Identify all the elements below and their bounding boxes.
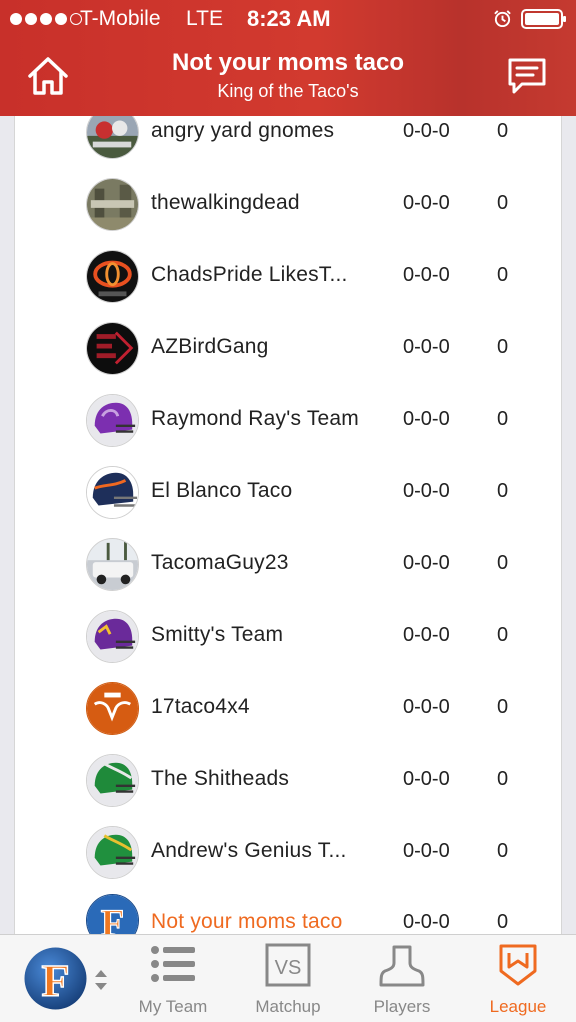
team-name: ChadsPride LikesT...	[151, 263, 348, 286]
team-points: 0	[497, 552, 509, 574]
standings-row[interactable]: 17taco4x4 0-0-0 0	[0, 672, 576, 744]
team-switcher[interactable]: F	[22, 947, 112, 1011]
team-name: 17taco4x4	[151, 695, 250, 718]
team-points: 0	[497, 480, 509, 502]
standings-row-my-team[interactable]: F Not your moms taco 0-0-0 0	[0, 888, 576, 934]
standings-row[interactable]: angry yard gnomes 0-0-0 0	[0, 116, 576, 168]
status-bar: T-Mobile LTE 8:23 AM	[0, 0, 576, 40]
network-type: LTE	[186, 7, 223, 30]
team-points: 0	[497, 408, 509, 430]
team-avatar	[86, 250, 139, 303]
team-name: angry yard gnomes	[151, 119, 335, 142]
signal-strength-icon	[10, 13, 82, 25]
team-record: 0-0-0	[403, 768, 450, 790]
standings-row[interactable]: Smitty's Team 0-0-0 0	[0, 600, 576, 672]
standings-row[interactable]: The Shitheads 0-0-0 0	[0, 744, 576, 816]
team-avatar: F	[86, 894, 139, 934]
team-record: 0-0-0	[403, 120, 450, 142]
tab-label: Matchup	[255, 997, 321, 1016]
standings-row[interactable]: El Blanco Taco 0-0-0 0	[0, 456, 576, 528]
team-name: AZBirdGang	[151, 335, 269, 358]
alarm-icon	[494, 10, 511, 28]
team-points: 0	[497, 120, 509, 142]
team-record: 0-0-0	[403, 696, 450, 718]
team-points: 0	[497, 696, 509, 718]
standings-row[interactable]: Raymond Ray's Team 0-0-0 0	[0, 384, 576, 456]
standings-row[interactable]: ChadsPride LikesT... 0-0-0 0	[0, 240, 576, 312]
standings-row[interactable]: Andrew's Genius T... 0-0-0 0	[0, 816, 576, 888]
team-points: 0	[497, 768, 509, 790]
league-subtitle: King of the Taco's	[217, 81, 359, 101]
team-avatar	[86, 116, 139, 159]
team-name: Smitty's Team	[151, 623, 284, 646]
tab-label: My Team	[138, 997, 208, 1016]
tab-matchup[interactable]: VS Matchup	[233, 943, 343, 1019]
chat-bubble-icon[interactable]	[506, 56, 548, 96]
tab-label: League	[489, 997, 547, 1016]
tab-label: Players	[373, 997, 431, 1016]
team-name: thewalkingdead	[151, 191, 300, 214]
team-name: Not your moms taco	[151, 910, 343, 933]
team-record: 0-0-0	[403, 408, 450, 430]
battery-icon	[521, 9, 566, 29]
tab-players[interactable]: Players	[347, 943, 457, 1019]
status-time: 8:23 AM	[247, 6, 331, 31]
team-logo-icon: F	[24, 947, 87, 1010]
team-record: 0-0-0	[403, 336, 450, 358]
league-name-title: Not your moms taco	[171, 49, 405, 76]
team-record: 0-0-0	[403, 840, 450, 862]
team-avatar	[86, 610, 139, 663]
team-record: 0-0-0	[403, 480, 450, 502]
team-avatar	[86, 178, 139, 231]
team-avatar	[86, 466, 139, 519]
team-record: 0-0-0	[403, 192, 450, 214]
tab-my-team[interactable]: My Team	[118, 943, 228, 1019]
team-points: 0	[497, 624, 509, 646]
team-avatar	[86, 826, 139, 879]
team-name: El Blanco Taco	[151, 479, 293, 502]
carrier-name: T-Mobile	[80, 7, 161, 30]
swap-arrows-icon	[95, 970, 107, 990]
player-icon	[379, 945, 425, 987]
svg-text:F: F	[101, 902, 125, 934]
team-name: TacomaGuy23	[151, 551, 289, 574]
list-icon	[151, 946, 195, 982]
team-record: 0-0-0	[403, 264, 450, 286]
team-points: 0	[497, 336, 509, 358]
standings-scroll-area[interactable]: angry yard gnomes 0-0-0 0 thewalkingdead…	[0, 116, 576, 934]
vs-icon: VS	[265, 943, 311, 987]
team-name: The Shitheads	[151, 767, 290, 790]
team-avatar	[86, 682, 139, 735]
team-points: 0	[497, 192, 509, 214]
league-header: Not your moms taco King of the Taco's	[0, 40, 576, 116]
team-record: 0-0-0	[403, 624, 450, 646]
team-avatar	[86, 322, 139, 375]
team-record: 0-0-0	[403, 911, 450, 933]
standings-row[interactable]: AZBirdGang 0-0-0 0	[0, 312, 576, 384]
team-avatar	[86, 754, 139, 807]
team-points: 0	[497, 264, 509, 286]
bottom-tab-bar: F My Team VS Matchup Players League	[0, 934, 576, 1022]
league-shield-icon	[499, 944, 537, 986]
tab-league[interactable]: League	[463, 943, 573, 1019]
standings-row[interactable]: TacomaGuy23 0-0-0 0	[0, 528, 576, 600]
svg-text:VS: VS	[275, 957, 302, 979]
team-name: Raymond Ray's Team	[151, 407, 359, 430]
team-points: 0	[497, 840, 509, 862]
team-avatar	[86, 394, 139, 447]
team-points: 0	[497, 911, 509, 933]
team-name: Andrew's Genius T...	[151, 839, 347, 862]
standings-row[interactable]: thewalkingdead 0-0-0 0	[0, 168, 576, 240]
team-avatar	[86, 538, 139, 591]
svg-text:F: F	[41, 955, 69, 1006]
team-record: 0-0-0	[403, 552, 450, 574]
